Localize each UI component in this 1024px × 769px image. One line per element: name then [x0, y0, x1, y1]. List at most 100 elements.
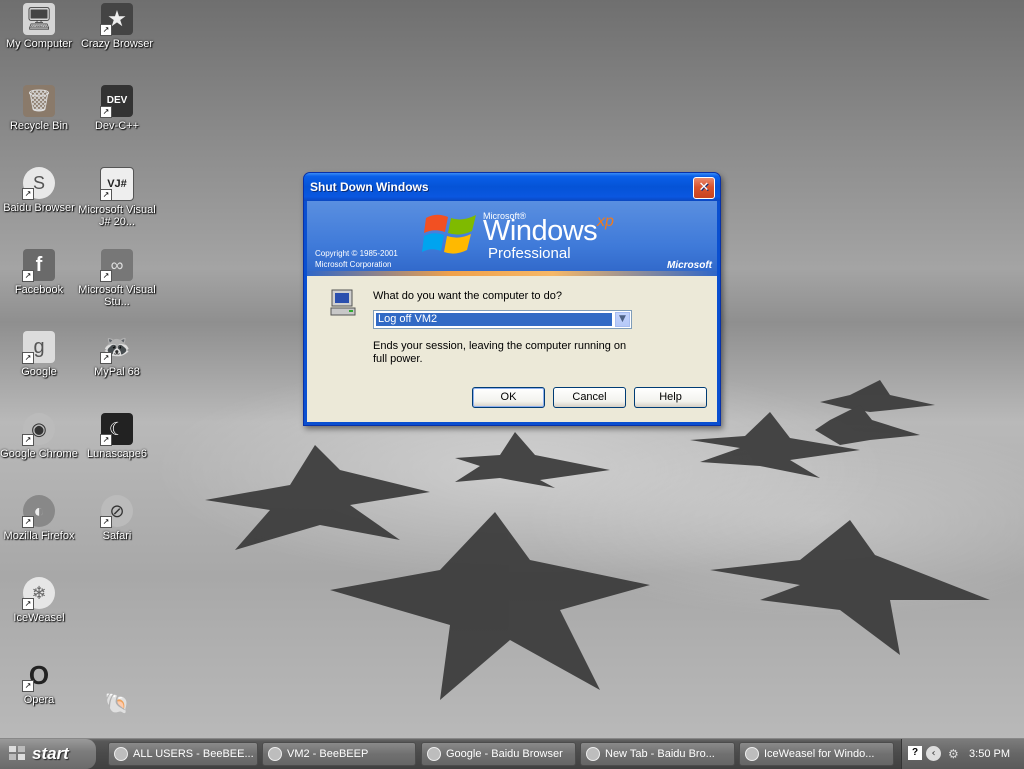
baidu-browser-icon: S ↗: [22, 167, 55, 200]
chrome-icon: ◉ ↗: [22, 413, 55, 446]
visual-jsharp-icon: VJ# ↗: [100, 167, 134, 201]
iceweasel-icon: ❄ ↗: [22, 577, 55, 610]
desktop-icon-label: MyPal 68: [94, 366, 140, 378]
google-icon: g ↗: [22, 331, 55, 364]
taskbar-item[interactable]: ALL USERS - BeeBEE...: [108, 742, 258, 766]
shortcut-arrow-icon: ↗: [100, 189, 112, 201]
baidu-browser-icon: [427, 747, 441, 761]
shortcut-arrow-icon: ↗: [100, 270, 112, 282]
shutdown-action-select[interactable]: Log off VM2 ▼: [373, 310, 632, 329]
opera-icon: O ↗: [22, 659, 55, 692]
shortcut-arrow-icon: ↗: [22, 434, 34, 446]
close-button[interactable]: ✕: [693, 177, 715, 199]
cancel-button[interactable]: Cancel: [553, 387, 626, 408]
desktop-icon-label: Dev-C++: [94, 120, 140, 132]
desktop-icon-label: IceWeasel: [13, 612, 65, 624]
shortcut-arrow-icon: ↗: [22, 270, 34, 282]
desktop-icon-label: Microsoft Visual Stu...: [78, 284, 156, 308]
desktop-icon-label: Mozilla Firefox: [3, 530, 75, 542]
dialog-title: Shut Down Windows: [310, 180, 429, 194]
selected-action: Log off VM2: [376, 313, 612, 326]
shortcut-arrow-icon: ↗: [22, 680, 34, 692]
taskbar-item-label: VM2 - BeeBEEP: [287, 748, 369, 760]
start-button[interactable]: start: [0, 739, 96, 769]
microsoft-logo: Microsoft: [667, 260, 712, 271]
clock[interactable]: 3:50 PM: [969, 739, 1010, 769]
desktop-icon-shell[interactable]: 🐚: [78, 688, 156, 723]
taskbar-item-label: ALL USERS - BeeBEE...: [133, 748, 254, 760]
start-label: start: [32, 744, 69, 763]
shortcut-arrow-icon: ↗: [100, 434, 112, 446]
desktop-icon-google[interactable]: g ↗ Google: [0, 331, 78, 378]
desktop-icon-baidu-browser[interactable]: S ↗ Baidu Browser: [0, 167, 78, 214]
beebeep-icon: [268, 747, 282, 761]
visual-studio-icon: ∞ ↗: [100, 249, 133, 282]
desktop-icon-crazy-browser[interactable]: ★ ↗ Crazy Browser: [78, 3, 156, 50]
desktop-icon-mozilla-firefox[interactable]: ◐ ↗ Mozilla Firefox: [0, 495, 78, 542]
recycle-bin-icon: 🗑: [23, 85, 55, 117]
taskbar-item-label: New Tab - Baidu Bro...: [605, 748, 715, 760]
firefox-icon: ◐ ↗: [22, 495, 55, 528]
desktop-icon-iceweasel[interactable]: ❄ ↗ IceWeasel: [0, 577, 78, 624]
desktop-icon-safari[interactable]: ⊘ ↗ Safari: [78, 495, 156, 542]
shortcut-arrow-icon: ↗: [22, 352, 34, 364]
taskbar-item-label: Google - Baidu Browser: [446, 748, 563, 760]
close-icon: ✕: [698, 180, 710, 195]
desktop-icon-label: Google: [21, 366, 57, 378]
windows-xp-banner: Copyright © 1985-2001 Microsoft Corporat…: [307, 201, 717, 276]
taskbar-item-label: IceWeasel for Windo...: [764, 748, 875, 760]
shortcut-arrow-icon: ↗: [22, 188, 34, 200]
shell-icon: 🐚: [104, 693, 130, 715]
computer-icon: [330, 289, 356, 316]
copyright-text: Copyright © 1985-2001 Microsoft Corporat…: [315, 248, 398, 270]
taskbar-item[interactable]: VM2 - BeeBEEP: [262, 742, 416, 766]
desktop-icon-label: Opera: [23, 694, 55, 706]
windows-flag-icon: [422, 214, 476, 254]
desktop-icon-google-chrome[interactable]: ◉ ↗ Google Chrome: [0, 413, 78, 460]
system-tray: ? ‹ ⚙ 3:50 PM: [901, 739, 1024, 769]
crazy-browser-icon: ★ ↗: [100, 3, 133, 36]
network-icon[interactable]: ⚙: [948, 747, 959, 761]
dialog-titlebar[interactable]: Shut Down Windows ✕: [304, 173, 720, 201]
desktop-icon-visual-jsharp[interactable]: VJ# ↗ Microsoft Visual J# 20...: [78, 167, 156, 228]
action-description: Ends your session, leaving the computer …: [373, 340, 627, 365]
desktop-icon-mypal[interactable]: 🦝 ↗ MyPal 68: [78, 331, 156, 378]
desktop-icon-label: Baidu Browser: [3, 202, 75, 214]
chevron-down-icon: ▼: [619, 314, 626, 324]
shortcut-arrow-icon: ↗: [100, 24, 112, 36]
desktop-icon-opera[interactable]: O ↗ Opera: [0, 659, 78, 706]
desktop-icon-visual-studio[interactable]: ∞ ↗ Microsoft Visual Stu...: [78, 249, 156, 308]
shortcut-arrow-icon: ↗: [100, 516, 112, 528]
dialog-prompt: What do you want the computer to do?: [373, 290, 562, 302]
taskbar-item[interactable]: New Tab - Baidu Bro...: [580, 742, 735, 766]
desktop-icon-my-computer[interactable]: 🖥 My Computer: [0, 3, 78, 50]
chevron-left-icon[interactable]: ‹: [926, 746, 941, 761]
beebeep-icon: [114, 747, 128, 761]
desktop-icon-label: Lunascape6: [87, 448, 147, 460]
desktop-icon-lunascape[interactable]: ☾ ↗ Lunascape6: [78, 413, 156, 460]
my-computer-icon: 🖥: [23, 3, 55, 35]
ok-button[interactable]: OK: [472, 387, 545, 408]
facebook-icon: f ↗: [22, 249, 55, 282]
shortcut-arrow-icon: ↗: [22, 598, 34, 610]
desktop-icon-label: Recycle Bin: [9, 120, 69, 132]
shortcut-arrow-icon: ↗: [100, 106, 112, 118]
shortcut-arrow-icon: ↗: [22, 516, 34, 528]
taskbar-item[interactable]: Google - Baidu Browser: [421, 742, 576, 766]
edition-text: Professional: [488, 245, 571, 262]
shut-down-dialog: Shut Down Windows ✕ Copyright © 1985-200…: [303, 172, 721, 426]
mypal-icon: 🦝 ↗: [100, 331, 133, 364]
dropdown-arrow-button[interactable]: ▼: [615, 312, 630, 327]
desktop-icon-dev-cpp[interactable]: DEV ↗ Dev-C++: [78, 85, 156, 132]
safari-icon: ⊘ ↗: [100, 495, 133, 528]
start-flag-icon: [9, 746, 25, 760]
taskbar-item[interactable]: IceWeasel for Windo...: [739, 742, 894, 766]
baidu-browser-icon: [586, 747, 600, 761]
desktop-icon-facebook[interactable]: f ↗ Facebook: [0, 249, 78, 296]
help-tray-icon[interactable]: ?: [908, 746, 922, 760]
help-button[interactable]: Help: [634, 387, 707, 408]
desktop-icon-label: Microsoft Visual J# 20...: [78, 204, 156, 228]
desktop-icon-recycle-bin[interactable]: 🗑 Recycle Bin: [0, 85, 78, 132]
copyright-line-1: Copyright © 1985-2001: [315, 249, 398, 258]
desktop-icon-label: Google Chrome: [0, 448, 78, 460]
